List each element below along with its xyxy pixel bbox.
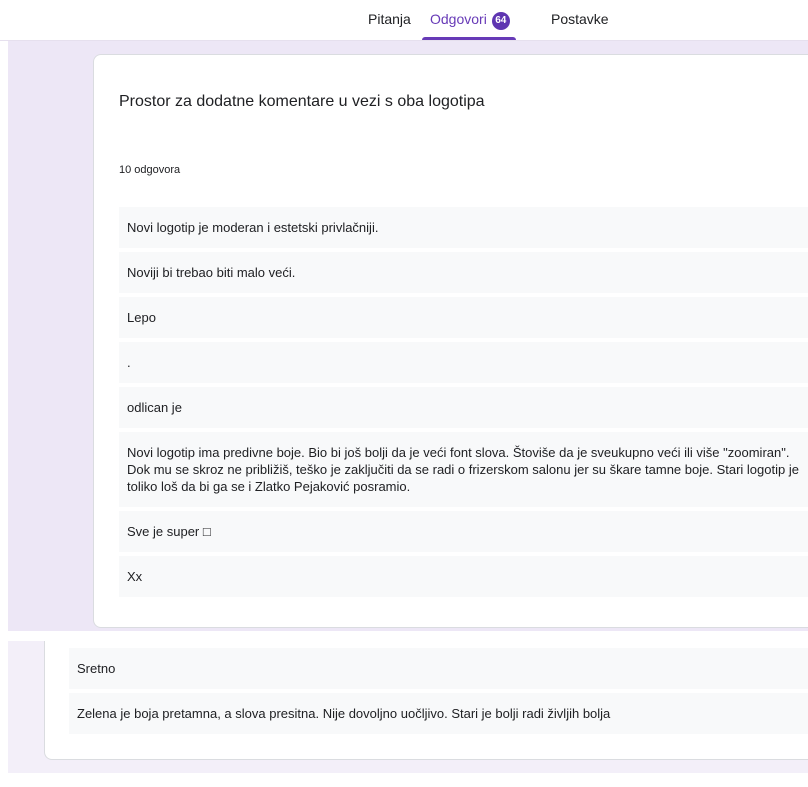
response-item: Sve je super □ <box>119 511 808 552</box>
tab-bar: Pitanja Odgovori 64 Postavke <box>0 0 808 41</box>
question-title: Prostor za dodatne komentare u vezi s ob… <box>119 93 485 110</box>
active-tab-indicator <box>422 37 516 40</box>
response-item: . <box>119 342 808 383</box>
response-count: 10 odgovora <box>119 164 181 176</box>
response-item: odlican je <box>119 387 808 428</box>
tab-pitanja[interactable]: Pitanja <box>368 0 411 40</box>
response-item: Zelena je boja pretamna, a slova presitn… <box>69 693 808 734</box>
tab-odgovori[interactable]: Odgovori 64 <box>422 0 516 40</box>
responses-count-badge: 64 <box>491 12 510 30</box>
tab-label: Pitanja <box>368 11 411 27</box>
response-list[interactable]: Novi logotip je moderan i estetski privl… <box>119 207 808 601</box>
response-list-continued-card: Sretno Zelena je boja pretamna, a slova … <box>44 641 808 760</box>
tab-label: Odgovori <box>430 11 487 27</box>
response-item: Noviji bi trebao biti malo veći. <box>119 252 808 293</box>
response-item: Sretno <box>69 648 808 689</box>
response-item: Lepo <box>119 297 808 338</box>
response-list-continued[interactable]: Sretno Zelena je boja pretamna, a slova … <box>69 648 808 738</box>
tab-label: Postavke <box>551 11 609 27</box>
question-summary-card: Prostor za dodatne komentare u vezi s ob… <box>93 54 808 628</box>
tab-postavke[interactable]: Postavke <box>551 0 609 40</box>
response-item: Novi logotip je moderan i estetski privl… <box>119 207 808 248</box>
response-item: Novi logotip ima predivne boje. Bio bi j… <box>119 432 808 507</box>
response-item: Xx <box>119 556 808 597</box>
